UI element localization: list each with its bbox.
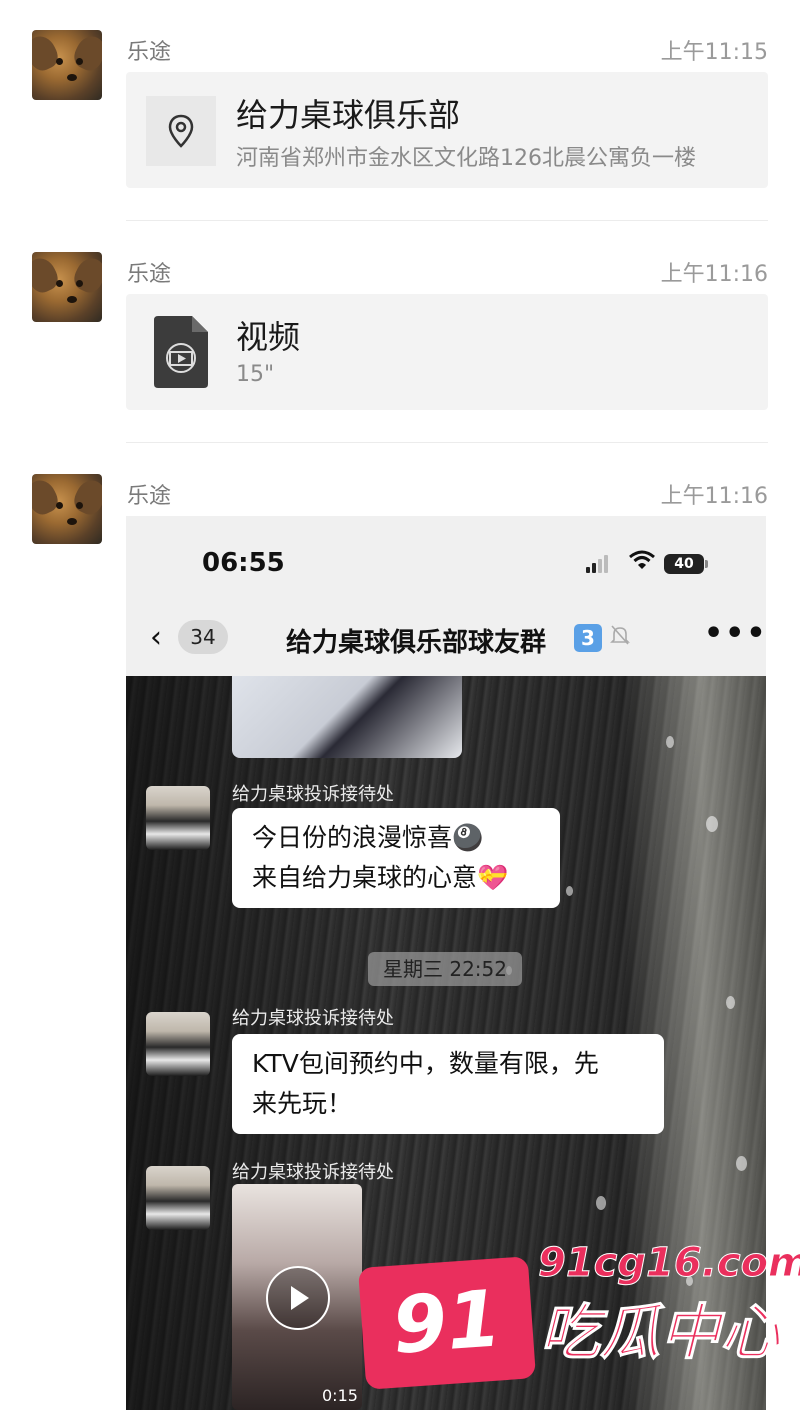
avatar[interactable] bbox=[146, 1012, 210, 1076]
back-arrow-icon: ‹ bbox=[150, 620, 162, 655]
divider bbox=[126, 220, 768, 221]
embedded-header: 06:55 40 ‹ 34 给力桌球俱乐部球友群 3 ••• bbox=[126, 516, 766, 676]
battery-icon: 40 bbox=[664, 554, 708, 574]
location-address: 河南省郑州市金水区文化路126北晨公寓负一楼 bbox=[236, 146, 696, 171]
message-time: 上午11:16 bbox=[660, 262, 768, 287]
member-name: 给力桌球投诉接待处 bbox=[232, 1008, 394, 1029]
play-icon[interactable] bbox=[266, 1266, 330, 1330]
watermark-logo: 91 bbox=[357, 1256, 537, 1390]
signal-icon bbox=[586, 554, 610, 573]
location-card[interactable]: 给力桌球俱乐部 河南省郑州市金水区文化路126北晨公寓负一楼 bbox=[126, 72, 768, 188]
chat-bubble: 今日份的浪漫惊喜🎱 来自给力桌球的心意💝 bbox=[232, 808, 560, 908]
chat-bubble: KTV包间预约中，数量有限，先 来先玩！ bbox=[232, 1034, 664, 1134]
watermark-url: 91cg16.com bbox=[538, 1240, 800, 1287]
more-icon: ••• bbox=[704, 616, 766, 651]
video-title: 视频 bbox=[236, 318, 301, 356]
bubble-line: 来先玩！ bbox=[252, 1089, 353, 1118]
video-file-icon bbox=[154, 316, 208, 392]
member-name: 给力桌球投诉接待处 bbox=[232, 784, 394, 805]
wifi-icon bbox=[629, 550, 655, 576]
group-title: 给力桌球俱乐部球友群 bbox=[286, 628, 547, 658]
divider bbox=[126, 442, 768, 443]
message-time: 上午11:16 bbox=[660, 484, 768, 509]
mute-bell-icon bbox=[610, 624, 630, 651]
status-time: 06:55 bbox=[202, 548, 285, 578]
video-duration: 15" bbox=[236, 362, 275, 387]
bubble-line: KTV包间预约中，数量有限，先 bbox=[252, 1049, 599, 1078]
avatar[interactable] bbox=[32, 474, 102, 544]
location-pin-icon bbox=[146, 96, 216, 166]
avatar[interactable] bbox=[146, 1166, 210, 1230]
chat-timestamp: 星期三 22:52 bbox=[368, 952, 522, 986]
avatar[interactable] bbox=[146, 786, 210, 850]
video-file-card[interactable]: 视频 15" bbox=[126, 294, 768, 410]
sender-name: 乐途 bbox=[127, 484, 172, 509]
avatar[interactable] bbox=[32, 30, 102, 100]
group-badge: 3 bbox=[574, 624, 602, 652]
message-time: 上午11:15 bbox=[660, 40, 768, 65]
previous-image[interactable] bbox=[232, 676, 462, 758]
sender-name: 乐途 bbox=[127, 40, 172, 65]
avatar[interactable] bbox=[32, 252, 102, 322]
sender-name: 乐途 bbox=[127, 262, 172, 287]
video-thumbnail[interactable]: 0:15 bbox=[232, 1184, 362, 1410]
watermark-text: 吃瓜中心 bbox=[540, 1298, 781, 1369]
member-name: 给力桌球投诉接待处 bbox=[232, 1162, 394, 1183]
video-duration: 0:15 bbox=[322, 1386, 358, 1405]
unread-count: 34 bbox=[178, 620, 228, 654]
location-title: 给力桌球俱乐部 bbox=[236, 96, 461, 134]
bubble-line: 今日份的浪漫惊喜🎱 bbox=[252, 823, 484, 852]
bubble-line: 来自给力桌球的心意💝 bbox=[252, 863, 509, 892]
